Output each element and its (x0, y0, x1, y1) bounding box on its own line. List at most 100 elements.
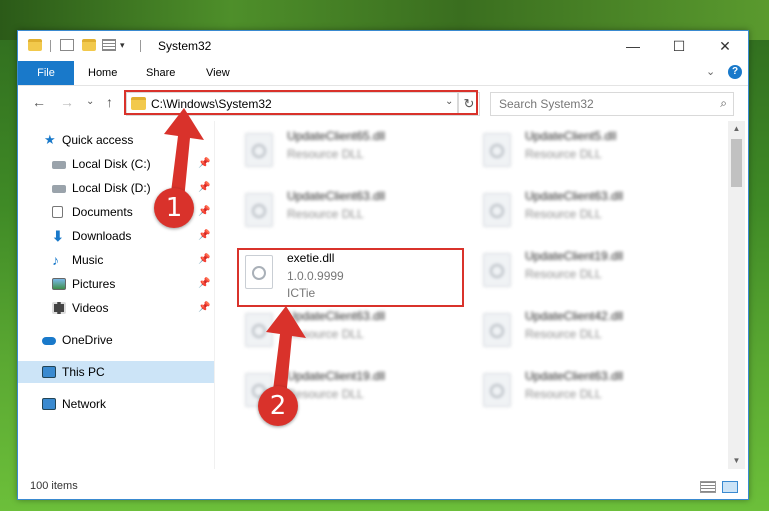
list-item[interactable]: UpdateClient63.dll Resource DLL (477, 369, 707, 425)
sidebar-item-label: Downloads (72, 229, 132, 243)
documents-icon (52, 206, 63, 218)
search-placeholder: Search System32 (499, 97, 594, 111)
file-type: Resource DLL (287, 147, 364, 161)
customize-qat-icon[interactable] (102, 39, 116, 51)
close-button[interactable]: ✕ (702, 31, 748, 61)
file-type: Resource DLL (287, 387, 364, 401)
list-item[interactable]: UpdateClient63.dll Resource DLL (477, 189, 707, 245)
sidebar-item-network[interactable]: Network (18, 393, 214, 415)
dll-file-icon (483, 373, 511, 407)
pin-icon: 📌 (198, 302, 211, 313)
dll-file-icon (245, 313, 273, 347)
sidebar-item-label: Music (72, 253, 104, 267)
star-icon: ★ (44, 132, 56, 147)
sidebar-item-quick-access[interactable]: ★ Quick access (18, 129, 214, 151)
file-name: UpdateClient19.dll (525, 249, 624, 263)
sidebar-item-label: Videos (72, 301, 109, 315)
qat-dropdown-icon[interactable]: ▾ (120, 39, 134, 51)
file-type: Resource DLL (525, 387, 602, 401)
file-name: UpdateClient63.dll (287, 309, 386, 323)
recent-locations-button[interactable]: ⌄ (86, 96, 94, 107)
callout-step-1: 1 (154, 188, 194, 228)
file-type: Resource DLL (287, 207, 364, 221)
help-icon[interactable]: ? (728, 65, 742, 79)
large-icons-view-icon[interactable] (722, 481, 738, 493)
new-folder-icon[interactable] (82, 39, 96, 51)
pin-icon: 📌 (198, 278, 211, 289)
videos-icon (52, 302, 66, 314)
file-type: Resource DLL (525, 207, 602, 221)
drive-icon (52, 161, 66, 169)
expand-ribbon-icon[interactable]: ⌄ (706, 65, 715, 78)
sidebar-item-label: This PC (62, 365, 105, 379)
tab-view[interactable]: View (206, 61, 230, 85)
scroll-up-button[interactable]: ▲ (728, 121, 745, 137)
list-item[interactable]: UpdateClient63.dll Resource DLL (239, 309, 469, 365)
onedrive-icon (42, 337, 56, 345)
sidebar-item-local-disk-c[interactable]: Local Disk (C:) 📌 (18, 153, 214, 175)
pc-icon (42, 366, 56, 378)
sidebar-item-label: Documents (72, 205, 133, 219)
file-name: UpdateClient42.dll (525, 309, 624, 323)
file-type: Resource DLL (525, 327, 602, 341)
pin-icon: 📌 (198, 206, 211, 217)
sidebar-item-label: Pictures (72, 277, 116, 291)
scroll-down-button[interactable]: ▼ (728, 453, 745, 469)
scroll-thumb[interactable] (731, 139, 742, 187)
file-highlight-box (237, 248, 464, 307)
file-name: UpdateClient63.dll (525, 189, 624, 203)
sidebar-item-onedrive[interactable]: OneDrive (18, 329, 214, 351)
list-item[interactable]: UpdateClient42.dll Resource DLL (477, 309, 707, 365)
pictures-icon (52, 278, 66, 290)
folder-icon (28, 39, 42, 51)
music-icon: ♪ (52, 252, 59, 268)
sidebar-item-downloads[interactable]: ⬇ Downloads 📌 (18, 225, 214, 247)
file-name: UpdateClient5.dll (525, 129, 617, 143)
callout-step-2: 2 (258, 386, 298, 426)
item-count: 100 items (30, 480, 78, 492)
search-icon: ⌕ (720, 96, 727, 110)
file-name: UpdateClient19.dll (287, 369, 386, 383)
list-item[interactable]: UpdateClient65.dll Resource DLL (239, 129, 469, 185)
sidebar-item-label: OneDrive (62, 333, 113, 347)
dll-file-icon (483, 253, 511, 287)
maximize-button[interactable]: ☐ (656, 31, 702, 61)
minimize-button[interactable]: — (610, 31, 656, 61)
navigation-pane: ★ Quick access Local Disk (C:) 📌 Local D… (18, 121, 215, 469)
properties-icon[interactable] (60, 39, 74, 51)
sidebar-item-music[interactable]: ♪ Music 📌 (18, 249, 214, 271)
vertical-scrollbar[interactable]: ▲ ▼ (728, 121, 745, 469)
dll-file-icon (483, 133, 511, 167)
dll-file-icon (483, 313, 511, 347)
downloads-icon: ⬇ (52, 228, 64, 244)
pin-icon: 📌 (198, 230, 211, 241)
file-explorer-window: ▾ System32 — ☐ ✕ File Home Share View ⌄ … (17, 30, 749, 500)
sidebar-item-pictures[interactable]: Pictures 📌 (18, 273, 214, 295)
sidebar-item-videos[interactable]: Videos 📌 (18, 297, 214, 319)
details-view-icon[interactable] (700, 481, 716, 493)
status-bar: 100 items (18, 475, 748, 499)
tab-share[interactable]: Share (146, 61, 175, 85)
drive-icon (52, 185, 66, 193)
tab-file[interactable]: File (18, 61, 74, 85)
list-item[interactable]: UpdateClient5.dll Resource DLL (477, 129, 707, 185)
sidebar-item-this-pc[interactable]: This PC (18, 361, 214, 383)
list-item[interactable]: UpdateClient19.dll Resource DLL (477, 249, 707, 305)
up-button[interactable]: ↑ (106, 94, 113, 110)
list-item[interactable]: UpdateClient63.dll Resource DLL (239, 189, 469, 245)
sidebar-item-label: Network (62, 397, 107, 411)
file-type: Resource DLL (525, 147, 602, 161)
pin-icon: 📌 (198, 182, 211, 193)
search-input[interactable]: Search System32 ⌕ (490, 92, 734, 116)
address-bar-row: ← → ⌄ ↑ C:\Windows\System32 ⌄ ↻ Search S… (18, 86, 748, 120)
file-type: Resource DLL (525, 267, 602, 281)
file-name: UpdateClient63.dll (287, 189, 386, 203)
file-type: Resource DLL (287, 327, 364, 341)
tab-home[interactable]: Home (88, 61, 117, 85)
pin-icon: 📌 (198, 254, 211, 265)
ribbon-tabs: File Home Share View ⌄ ? (18, 61, 748, 86)
sidebar-item-label: Local Disk (D:) (72, 181, 151, 195)
forward-button[interactable]: → (60, 94, 74, 110)
divider (140, 40, 141, 52)
back-button[interactable]: ← (32, 94, 46, 110)
